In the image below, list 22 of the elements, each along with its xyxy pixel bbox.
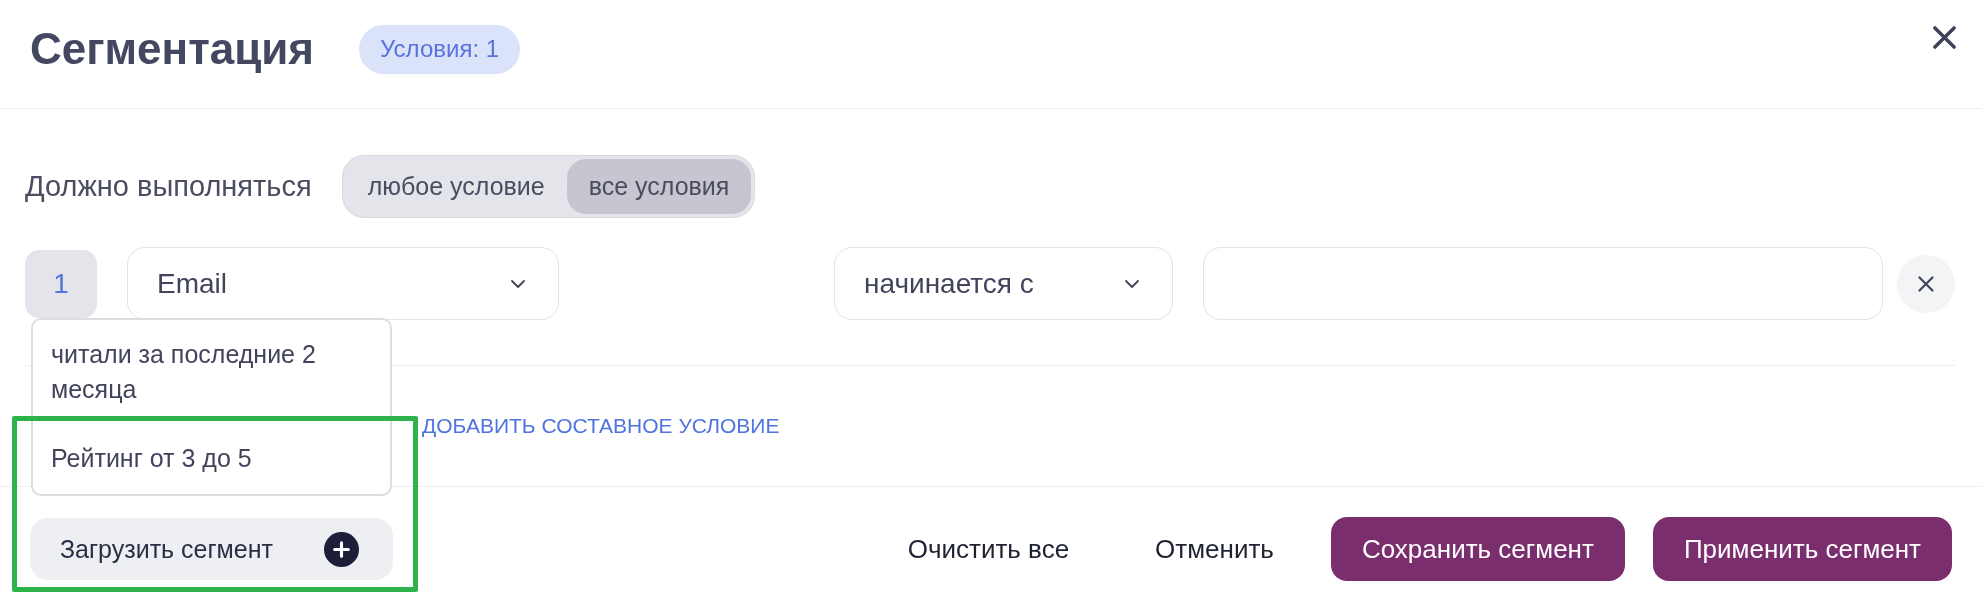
add-compound-condition-link[interactable]: ДОБАВИТЬ СОСТАВНОЕ УСЛОВИЕ (422, 414, 780, 438)
primary-button[interactable]: Применить сегмент (1652, 517, 1952, 581)
field-select[interactable]: Email (127, 247, 559, 320)
dialog-title: Сегментация (30, 27, 314, 71)
plus-circle-icon (324, 531, 359, 567)
conditions-count-badge: Условия: 1 (358, 24, 521, 74)
chevron-down-icon (1125, 279, 1139, 288)
text-button[interactable]: Отменить (1126, 517, 1303, 581)
primary-button[interactable]: Сохранить сегмент (1330, 517, 1625, 581)
value-input[interactable] (1203, 247, 1883, 320)
menu-item[interactable]: читали за последние 2 месяца (33, 320, 390, 424)
match-mode-option[interactable]: все условия (566, 159, 752, 214)
close-icon (1918, 275, 1934, 292)
condition-number: 1 (25, 249, 97, 318)
close-icon[interactable] (1933, 26, 1956, 49)
menu-item[interactable]: Рейтинг от 3 до 5 (33, 424, 390, 493)
match-mode-option[interactable]: любое условие (345, 159, 567, 214)
operator-select[interactable]: начинается с (834, 247, 1173, 320)
load-segment-button[interactable]: Загрузить сегмент (30, 518, 393, 580)
text-button[interactable]: Очистить все (878, 517, 1099, 581)
match-label: Должно выполняться (25, 170, 312, 203)
chevron-down-icon (511, 279, 525, 288)
